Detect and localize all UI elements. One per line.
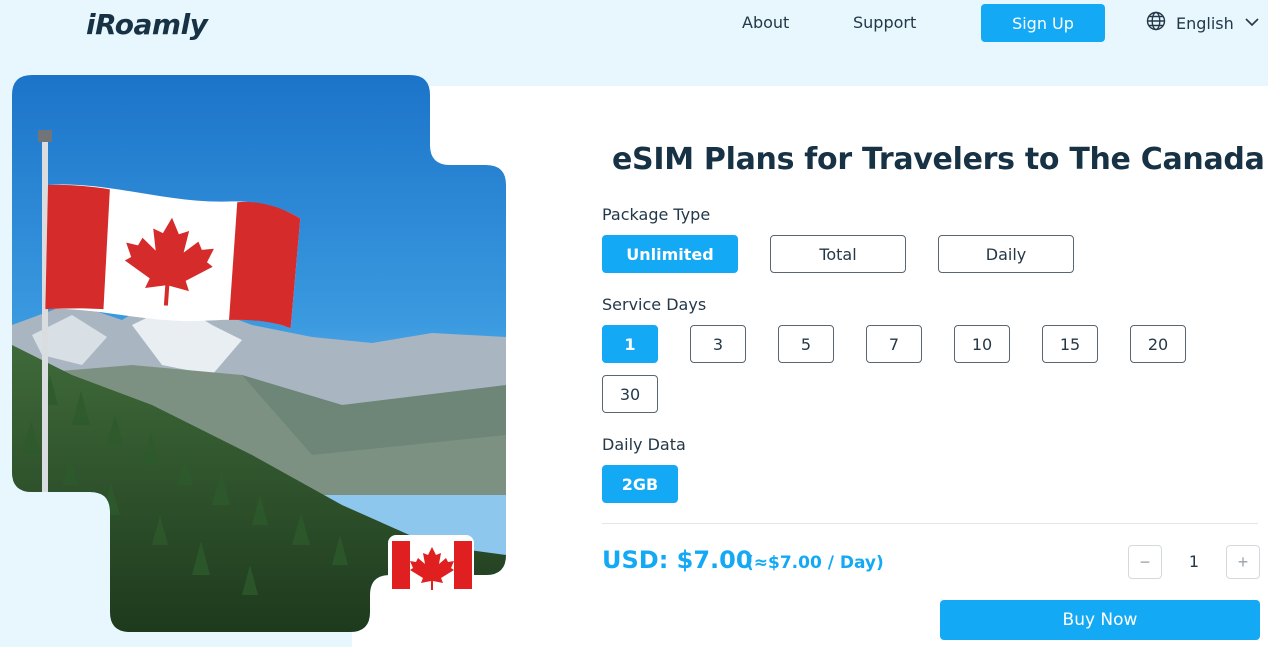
quantity-decrement-button[interactable]: − bbox=[1128, 545, 1162, 579]
package-type-label: Package Type bbox=[602, 205, 711, 224]
nav-support-link[interactable]: Support bbox=[853, 13, 916, 32]
service-day-option[interactable]: 3 bbox=[690, 325, 746, 363]
top-header: iRoamly About Support Sign Up English bbox=[0, 0, 1268, 86]
hero-image bbox=[12, 75, 506, 632]
language-label: English bbox=[1176, 13, 1234, 33]
service-day-option[interactable]: 7 bbox=[866, 325, 922, 363]
package-option-unlimited[interactable]: Unlimited bbox=[602, 235, 738, 273]
daily-data-label: Daily Data bbox=[602, 435, 686, 454]
chevron-down-icon bbox=[1244, 14, 1260, 32]
package-option-total[interactable]: Total bbox=[770, 235, 906, 273]
divider bbox=[602, 523, 1258, 524]
signup-button[interactable]: Sign Up bbox=[981, 4, 1105, 42]
quantity-value[interactable]: 1 bbox=[1168, 552, 1220, 571]
service-day-option[interactable]: 1 bbox=[602, 325, 658, 363]
service-days-label: Service Days bbox=[602, 295, 707, 314]
page-title: eSIM Plans for Travelers to The Canada bbox=[612, 142, 1265, 177]
service-day-option[interactable]: 15 bbox=[1042, 325, 1098, 363]
package-option-daily[interactable]: Daily bbox=[938, 235, 1074, 273]
nav-about-link[interactable]: About bbox=[742, 13, 789, 32]
daily-data-option[interactable]: 2GB bbox=[602, 465, 678, 503]
language-selector[interactable]: English bbox=[1146, 11, 1260, 36]
globe-icon bbox=[1146, 11, 1166, 36]
buy-now-button[interactable]: Buy Now bbox=[940, 600, 1260, 640]
price-per-day: (≈$7.00 / Day) bbox=[746, 553, 884, 573]
service-day-option[interactable]: 20 bbox=[1130, 325, 1186, 363]
service-day-option[interactable]: 10 bbox=[954, 325, 1010, 363]
quantity-increment-button[interactable]: + bbox=[1226, 545, 1260, 579]
service-day-option[interactable]: 5 bbox=[778, 325, 834, 363]
price-total: USD: $7.00 bbox=[602, 546, 753, 574]
logo[interactable]: iRoamly bbox=[86, 8, 208, 41]
service-day-option[interactable]: 30 bbox=[602, 375, 658, 413]
canada-flag-icon bbox=[388, 535, 474, 593]
